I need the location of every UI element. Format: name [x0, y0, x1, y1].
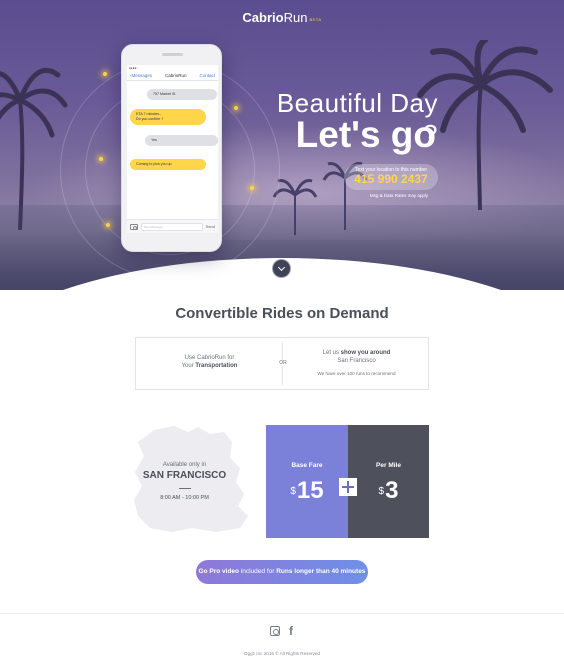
- phone-mockup: ●●●●○ ‹Messages CabrioRun Contact 757 Ma…: [121, 44, 222, 252]
- currency-symbol: $: [378, 486, 385, 497]
- cta-bold: Runs longer than 40 minutes: [276, 568, 366, 575]
- go-pro-cta-button[interactable]: Go Pro video included for Runs longer th…: [196, 560, 368, 584]
- option-bold: show you around: [340, 350, 391, 356]
- message-input[interactable]: Text Message: [141, 222, 203, 231]
- cta-text: included for: [239, 568, 277, 575]
- availability-hours: 8:00 AM - 10:00 PM: [160, 495, 209, 501]
- spark-dot: [99, 157, 103, 161]
- per-mile-value: $3: [348, 479, 429, 504]
- spark-dot: [234, 106, 238, 110]
- spark-dot: [103, 72, 107, 76]
- sms-note: Msg & Data Rates may apply: [369, 193, 429, 198]
- phone-screen: ●●●●○ ‹Messages CabrioRun Contact 757 Ma…: [127, 65, 218, 233]
- chat-thread: 757 Market St ETA 7 minutes... Do you co…: [127, 81, 218, 221]
- logo[interactable]: CabrioRun BETA: [0, 10, 564, 25]
- nav-contact-link[interactable]: Contact: [199, 73, 215, 78]
- section-title: Convertible Rides on Demand: [175, 305, 389, 322]
- social-links: f: [270, 625, 293, 637]
- phone-nav-bar: ‹Messages CabrioRun Contact: [127, 71, 218, 81]
- chat-bubble: 757 Market St: [147, 89, 217, 100]
- option-text: Let us: [322, 350, 341, 356]
- beta-tag: BETA: [309, 17, 322, 22]
- availability-label: Available only in: [162, 462, 207, 468]
- nav-back-label: Messages: [131, 73, 153, 78]
- footer-divider: [0, 613, 564, 614]
- sms-number-pill[interactable]: Text your location to this number 415 99…: [344, 164, 438, 190]
- phone-speaker: [162, 53, 183, 56]
- option-line: San Francisco: [337, 358, 376, 364]
- cta-bold: Go Pro video: [198, 568, 239, 575]
- nav-title: CabrioRun: [164, 73, 187, 78]
- send-button[interactable]: Send: [206, 224, 215, 229]
- headline-big: Let's go: [295, 114, 436, 155]
- chat-bubble-line: Do you confirm ?: [136, 117, 164, 121]
- chat-bubble: Coming to pick you up: [130, 159, 206, 170]
- message-input-bar: Text Message Send: [127, 219, 218, 233]
- logo-bold: Cabrio: [242, 10, 284, 25]
- availability-rule: [178, 488, 191, 489]
- sms-number: 415 990 2437: [354, 172, 428, 186]
- option-transportation[interactable]: Use CabrioRun for Your Transportation: [136, 338, 283, 389]
- logo-light: Run: [283, 10, 308, 25]
- instagram-icon[interactable]: [270, 626, 280, 636]
- base-fare-card: Base Fare $15: [266, 425, 348, 538]
- camera-icon[interactable]: [130, 223, 138, 230]
- option-line: Let us show you around: [283, 349, 430, 357]
- base-fare-amount: 15: [296, 477, 324, 504]
- availability-block: Available only in SAN FRANCISCO 8:00 AM …: [132, 462, 237, 501]
- spark-dot: [250, 186, 254, 190]
- chat-bubble: ETA 7 minutes... Do you confirm ?: [130, 109, 206, 125]
- per-mile-label: Per Mile: [376, 462, 401, 469]
- chevron-down-icon: [277, 263, 286, 272]
- options-box: Use CabrioRun for Your Transportation OR…: [135, 337, 429, 390]
- option-bold: Transportation: [195, 363, 238, 369]
- chat-bubble: Yes: [145, 135, 218, 146]
- facebook-icon[interactable]: f: [289, 625, 293, 637]
- option-sub: We have over 100 runs to recommend: [317, 371, 396, 376]
- base-fare-value: $15: [266, 479, 348, 504]
- option-line: Your Transportation: [136, 362, 283, 370]
- currency-symbol: $: [290, 486, 296, 497]
- availability-city: SAN FRANCISCO: [142, 470, 227, 481]
- scroll-down-button[interactable]: [272, 259, 291, 278]
- option-line: Use CabrioRun for: [184, 355, 235, 361]
- base-fare-label: Base Fare: [291, 462, 323, 469]
- per-mile-card: Per Mile $3: [348, 425, 429, 538]
- nav-back-link[interactable]: ‹Messages: [130, 73, 152, 78]
- spark-dot: [106, 223, 110, 227]
- option-tour[interactable]: Let us show you around San Francisco We …: [283, 338, 430, 389]
- copyright: Oggz Inc 2015 © All Rights Reserved: [244, 651, 320, 656]
- plus-icon: [339, 478, 357, 496]
- per-mile-amount: 3: [385, 477, 399, 504]
- option-text: Your: [181, 363, 196, 369]
